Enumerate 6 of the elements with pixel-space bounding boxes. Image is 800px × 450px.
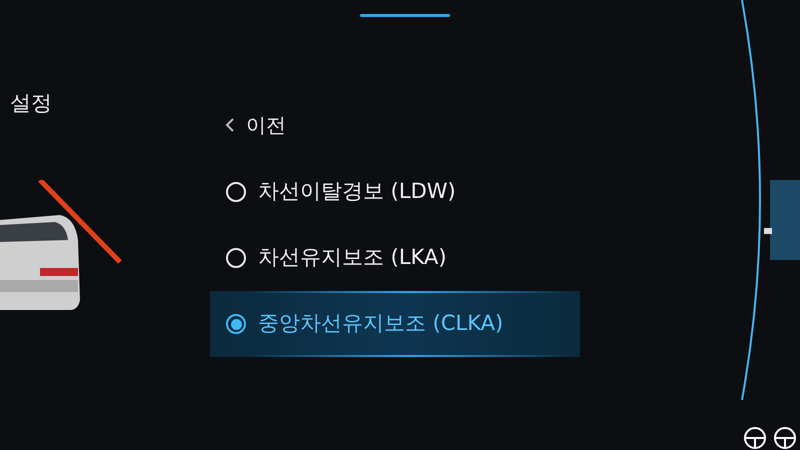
screen-title: 설정 — [10, 90, 53, 117]
radio-option[interactable]: 차선유지보조 (LKA) — [220, 238, 453, 278]
radio-option[interactable]: 중앙차선유지보조 (CLKA) — [220, 304, 510, 344]
radio-option[interactable]: 차선이탈경보 (LDW) — [220, 172, 462, 212]
back-button[interactable]: 이전 — [224, 110, 286, 140]
chevron-left-icon — [224, 117, 236, 133]
